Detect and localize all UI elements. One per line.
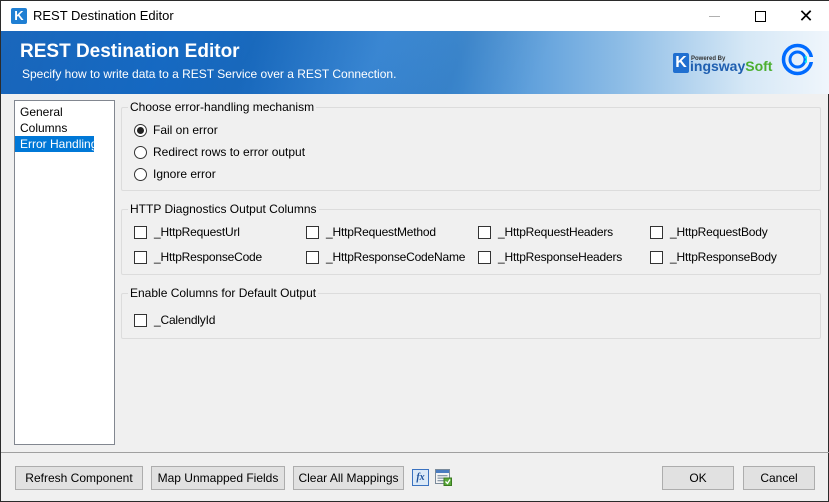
kingsway-app-icon: K: [11, 8, 27, 24]
checkbox[interactable]: [478, 225, 491, 239]
checkbox-label: _HttpResponseBody: [670, 250, 777, 264]
radio-label: Redirect rows to error output: [153, 145, 306, 159]
radio-ignore-error[interactable]: Ignore error: [134, 166, 216, 182]
checkbox[interactable]: [306, 225, 319, 239]
checkbox-http-response-body[interactable]: _HttpResponseBody: [650, 249, 777, 265]
column-mapping-grid-icon[interactable]: [435, 469, 452, 486]
refresh-component-button[interactable]: Refresh Component: [15, 466, 143, 490]
checkbox-label: _HttpResponseHeaders: [498, 250, 623, 264]
checkbox[interactable]: [134, 225, 147, 239]
title-bar: K REST Destination Editor ✕: [1, 0, 829, 31]
checkbox-calendly-id[interactable]: _CalendlyId: [134, 312, 215, 328]
http-diagnostics-group: HTTP Diagnostics Output Columns _HttpReq…: [121, 202, 821, 275]
checkbox-http-response-code[interactable]: _HttpResponseCode: [134, 249, 262, 265]
kingswaysoft-logo: K Powered By ingswaySoft: [673, 51, 772, 73]
checkbox-label: _CalendlyId: [154, 313, 216, 327]
default-output-group: Enable Columns for Default Output _Calen…: [121, 286, 821, 339]
clear-all-mappings-button[interactable]: Clear All Mappings: [293, 466, 404, 490]
nav-item-columns[interactable]: Columns: [15, 120, 114, 136]
checkbox-label: _HttpRequestMethod: [326, 225, 436, 239]
radio-button-checked[interactable]: [134, 123, 147, 137]
nav-item-general[interactable]: General: [15, 104, 114, 120]
checkbox-label: _HttpResponseCode: [154, 250, 263, 264]
checkbox-label: _HttpResponseCodeName: [326, 250, 466, 264]
banner-title: REST Destination Editor: [20, 41, 240, 62]
checkbox-http-request-url[interactable]: _HttpRequestUrl: [134, 224, 240, 240]
error-handling-group-label: Choose error-handling mechanism: [128, 100, 317, 114]
checkbox[interactable]: [134, 313, 147, 327]
radio-button[interactable]: [134, 167, 147, 181]
checkbox[interactable]: [134, 250, 147, 264]
radio-button[interactable]: [134, 145, 147, 159]
checkbox[interactable]: [306, 250, 319, 264]
minimize-icon: [708, 15, 720, 17]
checkbox-http-request-headers[interactable]: _HttpRequestHeaders: [478, 224, 613, 240]
banner-subtitle: Specify how to write data to a REST Serv…: [22, 67, 397, 81]
page-nav-list: General Columns Error Handling: [14, 100, 115, 445]
map-unmapped-fields-button[interactable]: Map Unmapped Fields: [151, 466, 285, 490]
ok-button[interactable]: OK: [662, 466, 734, 490]
dialog-window: K REST Destination Editor ✕ REST Destina…: [0, 0, 829, 502]
soft-text: Soft: [745, 58, 773, 74]
default-output-group-label: Enable Columns for Default Output: [128, 286, 319, 300]
checkbox-label: _HttpRequestHeaders: [498, 225, 613, 239]
checkbox-http-request-method[interactable]: _HttpRequestMethod: [306, 224, 436, 240]
powered-by-text: Powered By: [691, 56, 726, 62]
radio-redirect-rows[interactable]: Redirect rows to error output: [134, 144, 305, 160]
checkbox-http-response-code-name[interactable]: _HttpResponseCodeName: [306, 249, 465, 265]
nav-item-error-handling[interactable]: Error Handling: [15, 136, 97, 152]
maximize-icon: [754, 10, 766, 22]
window-title: REST Destination Editor: [33, 8, 174, 23]
checkbox-label: _HttpRequestBody: [670, 225, 768, 239]
radio-label: Fail on error: [153, 123, 218, 137]
checkbox[interactable]: [478, 250, 491, 264]
kingswaysoft-k-icon: K: [673, 53, 689, 73]
error-handling-group: Choose error-handling mechanism Fail on …: [121, 100, 821, 191]
checkbox[interactable]: [650, 250, 663, 264]
close-button[interactable]: ✕: [783, 1, 829, 31]
radio-fail-on-error[interactable]: Fail on error: [134, 122, 218, 138]
footer-divider: [1, 452, 829, 453]
minimize-button[interactable]: [691, 1, 737, 31]
header-banner: REST Destination Editor Specify how to w…: [1, 31, 829, 94]
checkbox-label: _HttpRequestUrl: [154, 225, 240, 239]
calendly-logo-icon: [781, 43, 814, 76]
maximize-button[interactable]: [737, 1, 783, 31]
close-icon: ✕: [798, 6, 814, 26]
checkbox-http-response-headers[interactable]: _HttpResponseHeaders: [478, 249, 622, 265]
radio-label: Ignore error: [153, 167, 216, 181]
expression-fx-icon[interactable]: fx: [412, 469, 429, 486]
checkbox-http-request-body[interactable]: _HttpRequestBody: [650, 224, 768, 240]
checkbox[interactable]: [650, 225, 663, 239]
cancel-button[interactable]: Cancel: [743, 466, 815, 490]
http-diagnostics-group-label: HTTP Diagnostics Output Columns: [128, 202, 319, 216]
kingswaysoft-wordmark: Powered By ingswaySoft: [690, 56, 773, 74]
